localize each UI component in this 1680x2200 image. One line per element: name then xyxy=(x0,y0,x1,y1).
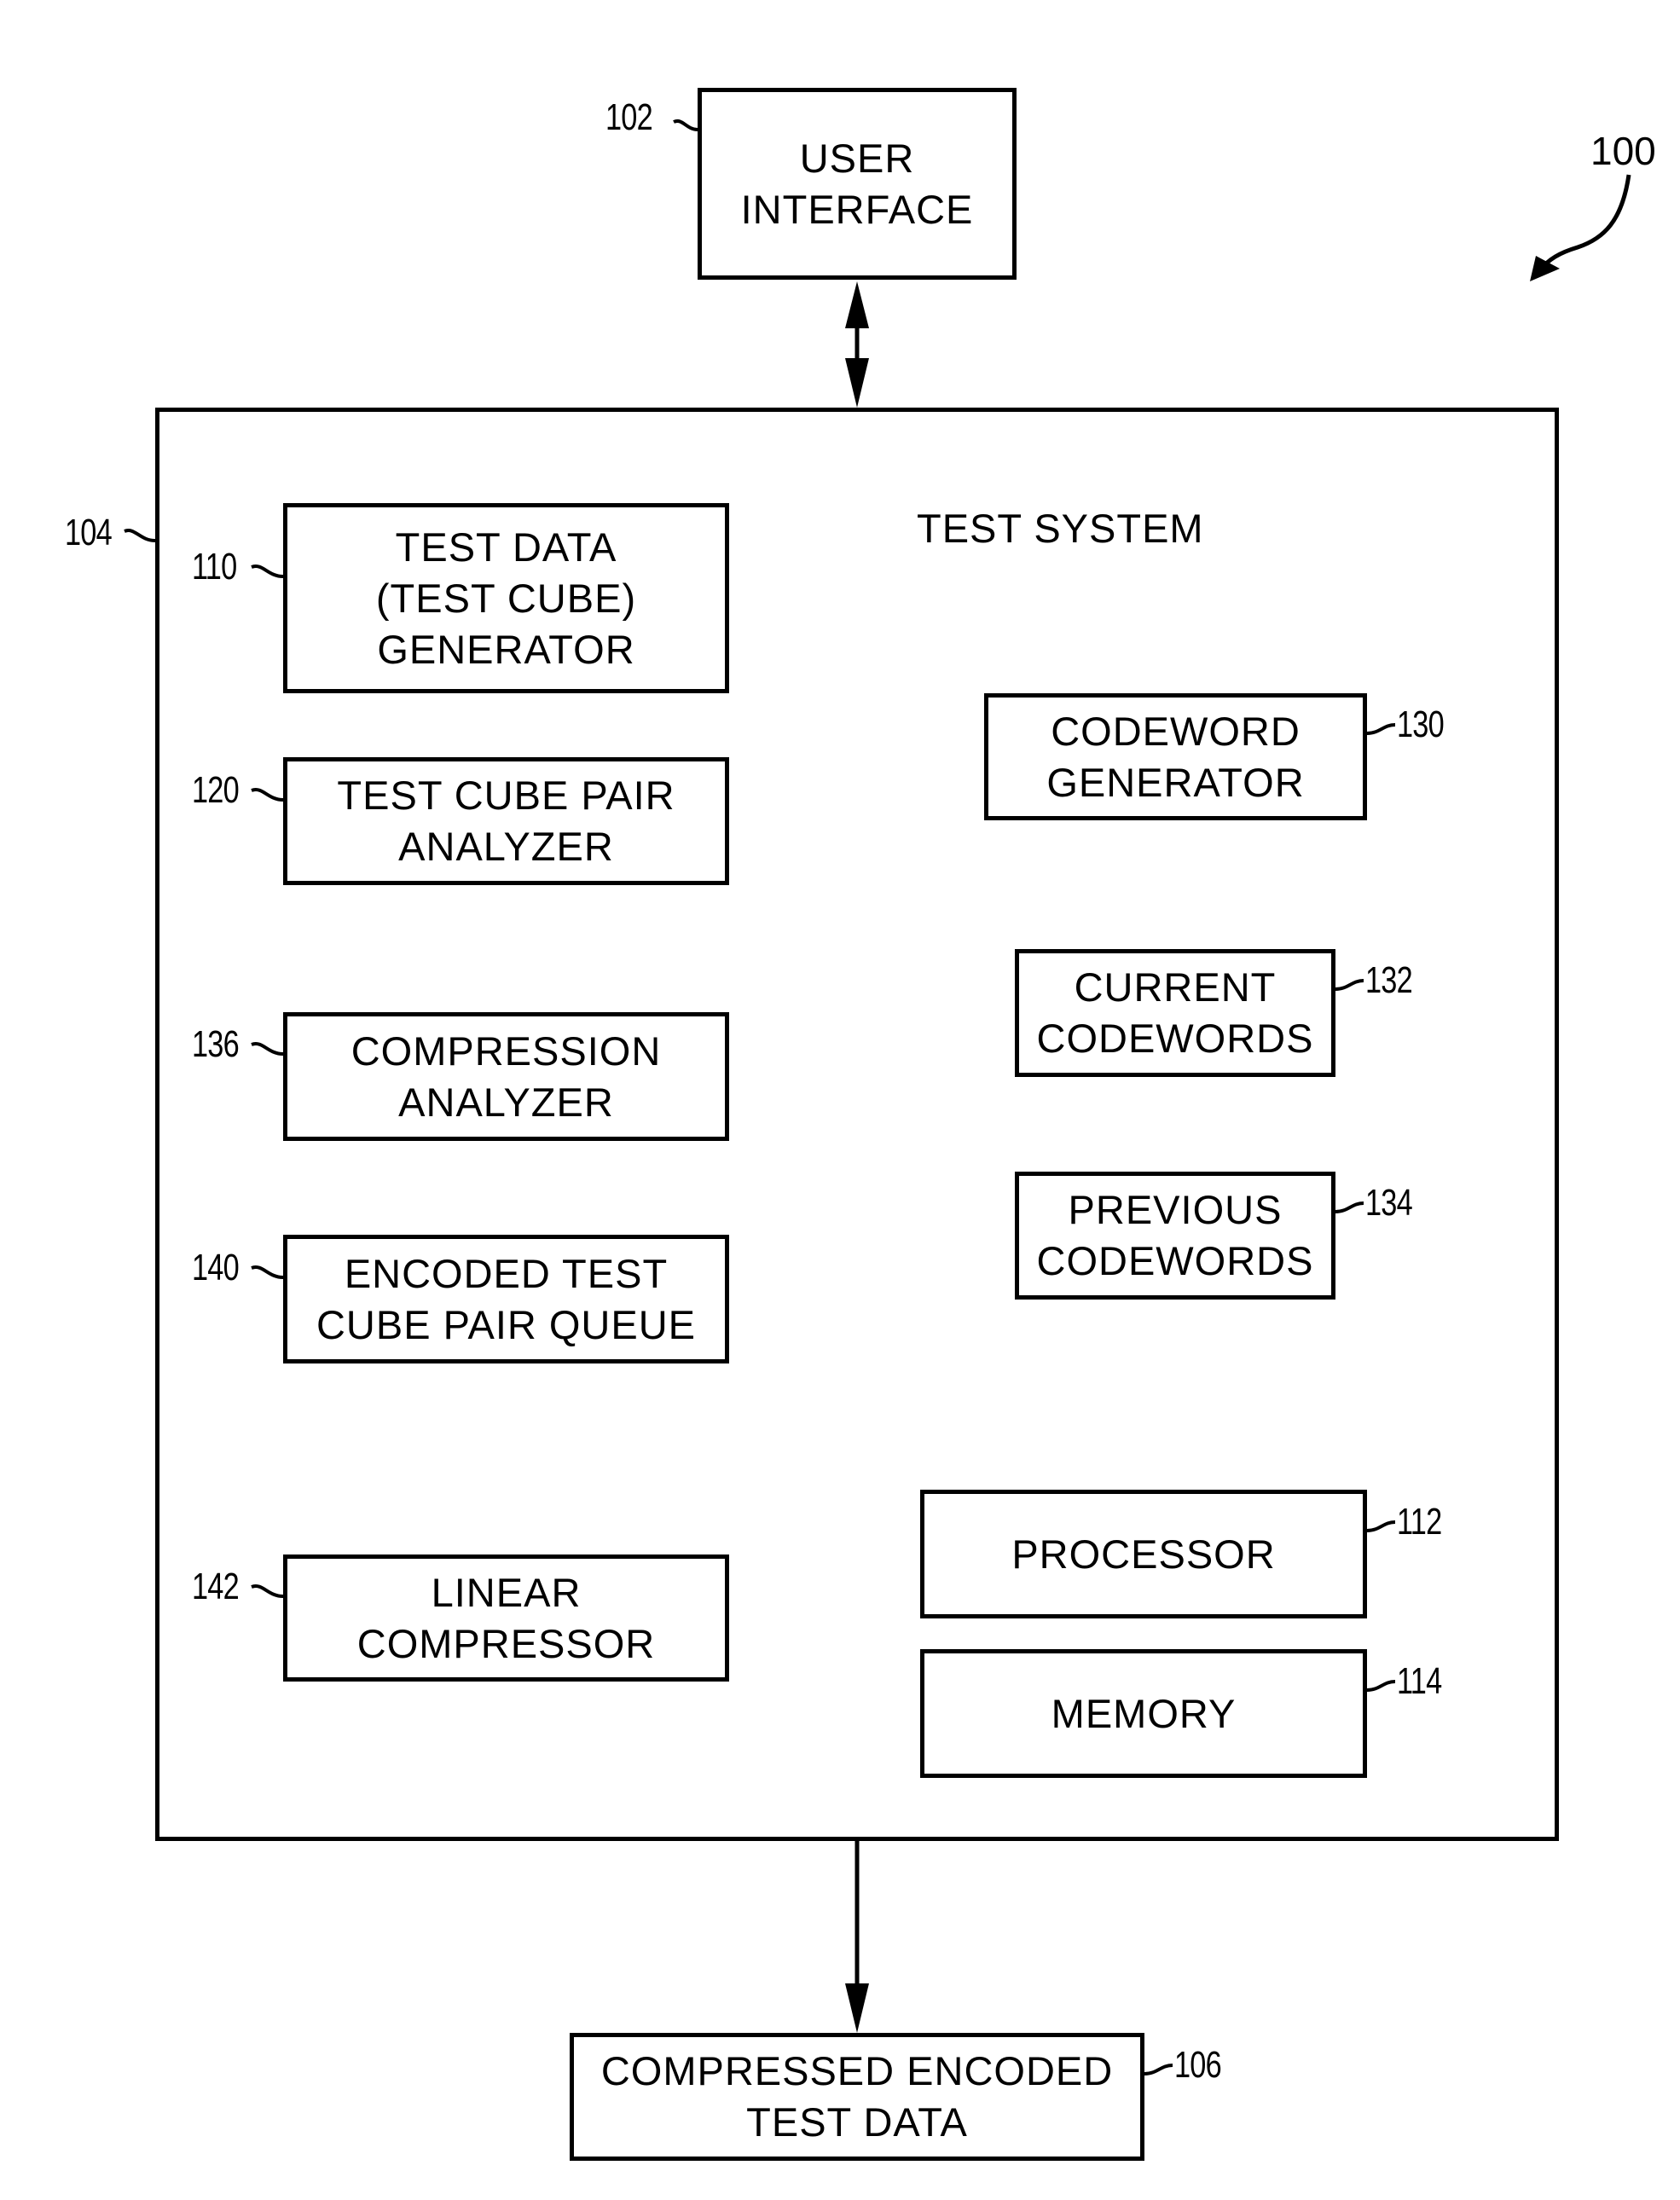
memory-box[interactable]: MEMORY xyxy=(920,1649,1367,1778)
output-ref: 106 xyxy=(1174,2044,1222,2086)
component-ref: 142 xyxy=(192,1566,240,1607)
test-cube-pair-analyzer-box[interactable]: TEST CUBE PAIR ANALYZER xyxy=(283,757,729,885)
box-label-line: COMPRESSED ENCODED xyxy=(600,2048,1114,2093)
component-ref: 120 xyxy=(192,769,240,811)
linear-compressor-box[interactable]: LINEAR COMPRESSOR xyxy=(283,1554,729,1682)
box-label-line: INTERFACE xyxy=(740,186,974,232)
output-arrow xyxy=(845,1841,869,2033)
user-interface-box[interactable]: USER INTERFACE xyxy=(698,88,1017,280)
test-system-ref: 104 xyxy=(65,512,113,553)
box-label-line: CURRENT xyxy=(1074,964,1277,1010)
component-ref: 112 xyxy=(1397,1501,1442,1543)
box-label-line: (TEST CUBE) xyxy=(375,575,637,621)
box-label-line: COMPRESSOR xyxy=(356,1620,656,1666)
box-label-line: CUBE PAIR QUEUE xyxy=(316,1301,697,1347)
figure-arrow-icon xyxy=(1530,174,1631,281)
component-ref: 130 xyxy=(1397,703,1445,745)
box-label-line: CODEWORD xyxy=(1051,708,1301,754)
box-label-line: TEST DATA xyxy=(746,2099,968,2145)
box-label-line: ANALYZER xyxy=(398,1079,614,1125)
current-codewords-box[interactable]: CURRENT CODEWORDS xyxy=(1015,949,1335,1077)
figure-ref-label: 100 xyxy=(1590,129,1656,173)
box-label-line: LINEAR xyxy=(431,1569,582,1615)
test-system-title: TEST SYSTEM xyxy=(917,506,1204,551)
compressed-encoded-test-data-box[interactable]: COMPRESSED ENCODED TEST DATA xyxy=(570,2033,1144,2161)
component-ref: 110 xyxy=(192,546,237,588)
box-label-line: MEMORY xyxy=(1051,1690,1237,1736)
component-ref: 132 xyxy=(1365,959,1413,1001)
codeword-generator-box[interactable]: CODEWORD GENERATOR xyxy=(984,693,1367,820)
box-label-line: GENERATOR xyxy=(1046,759,1305,805)
box-label-line: TEST CUBE PAIR xyxy=(337,773,675,818)
encoded-test-cube-pair-queue-box[interactable]: ENCODED TEST CUBE PAIR QUEUE xyxy=(283,1235,729,1363)
box-label-line: PREVIOUS xyxy=(1068,1187,1283,1232)
box-label-line: TEST DATA xyxy=(395,524,617,570)
box-label-line: CODEWORDS xyxy=(1036,1238,1314,1283)
box-label-line: CODEWORDS xyxy=(1036,1016,1314,1061)
box-label-line: PROCESSOR xyxy=(1011,1531,1276,1577)
bidirectional-arrow xyxy=(845,281,869,408)
box-label-line: GENERATOR xyxy=(377,626,635,672)
component-ref: 114 xyxy=(1397,1660,1442,1702)
component-ref: 134 xyxy=(1365,1182,1413,1224)
previous-codewords-box[interactable]: PREVIOUS CODEWORDS xyxy=(1015,1172,1335,1300)
component-ref: 136 xyxy=(192,1023,240,1065)
component-ref: 140 xyxy=(192,1247,240,1288)
user-interface-ref: 102 xyxy=(605,96,653,138)
box-label-line: USER xyxy=(799,135,915,181)
box-label-line: ANALYZER xyxy=(398,824,614,869)
test-data-generator-box[interactable]: TEST DATA (TEST CUBE) GENERATOR xyxy=(283,503,729,693)
processor-box[interactable]: PROCESSOR xyxy=(920,1490,1367,1618)
box-label-line: ENCODED TEST xyxy=(344,1250,669,1296)
compression-analyzer-box[interactable]: COMPRESSION ANALYZER xyxy=(283,1012,729,1141)
box-label-line: COMPRESSION xyxy=(350,1028,662,1074)
